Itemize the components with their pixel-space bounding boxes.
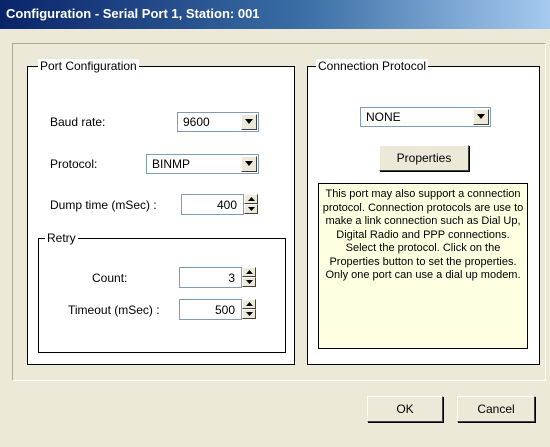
ok-button[interactable]: OK	[367, 396, 443, 422]
retry-count-value: 3	[228, 271, 235, 285]
port-configuration-group: Port Configuration Baud rate: 9600 Proto…	[27, 59, 295, 365]
retry-timeout-label: Timeout (mSec) :	[68, 303, 160, 317]
retry-group: Retry Count: 3 Timeout (mSec) : 500	[38, 231, 286, 353]
connection-protocol-select[interactable]: NONE	[360, 107, 491, 127]
chevron-down-icon[interactable]	[241, 114, 257, 130]
retry-count-input[interactable]: 3	[179, 267, 242, 288]
connection-help-text: This port may also support a connection …	[318, 183, 528, 349]
baud-rate-select[interactable]: 9600	[177, 112, 259, 132]
connection-protocol-legend: Connection Protocol	[316, 59, 429, 73]
retry-timeout-input[interactable]: 500	[179, 299, 242, 320]
arrow-down-icon[interactable]	[242, 309, 256, 319]
properties-button[interactable]: Properties	[379, 145, 469, 171]
dump-time-value: 400	[216, 198, 237, 212]
protocol-value: BINMP	[152, 157, 191, 171]
chevron-down-icon[interactable]	[473, 109, 489, 125]
arrow-up-icon[interactable]	[242, 267, 256, 277]
baud-rate-label: Baud rate:	[50, 115, 106, 129]
arrow-down-icon[interactable]	[242, 277, 256, 287]
cancel-button[interactable]: Cancel	[457, 396, 535, 422]
retry-count-label: Count:	[92, 271, 128, 285]
arrow-down-icon[interactable]	[244, 204, 258, 214]
window-title: Configuration - Serial Port 1, Station: …	[6, 6, 260, 21]
properties-button-label: Properties	[396, 151, 452, 165]
chevron-down-icon[interactable]	[241, 156, 257, 172]
protocol-label: Protocol:	[50, 157, 98, 171]
port-configuration-legend: Port Configuration	[38, 59, 139, 73]
protocol-select[interactable]: BINMP	[146, 154, 259, 174]
baud-rate-value: 9600	[183, 115, 210, 129]
cancel-button-label: Cancel	[477, 402, 515, 416]
dump-time-spinner[interactable]	[244, 194, 258, 215]
arrow-up-icon[interactable]	[242, 299, 256, 309]
dialog-body: Port Configuration Baud rate: 9600 Proto…	[0, 29, 550, 447]
retry-timeout-value: 500	[214, 303, 235, 317]
dump-time-input[interactable]: 400	[181, 194, 244, 215]
retry-count-spinner[interactable]	[242, 267, 256, 288]
connection-protocol-value: NONE	[366, 110, 401, 124]
title-bar[interactable]: Configuration - Serial Port 1, Station: …	[0, 0, 550, 29]
retry-legend: Retry	[45, 231, 78, 245]
ok-button-label: OK	[396, 402, 414, 416]
arrow-up-icon[interactable]	[244, 194, 258, 204]
dump-time-label: Dump time (mSec) :	[50, 198, 157, 212]
retry-timeout-spinner[interactable]	[242, 299, 256, 320]
